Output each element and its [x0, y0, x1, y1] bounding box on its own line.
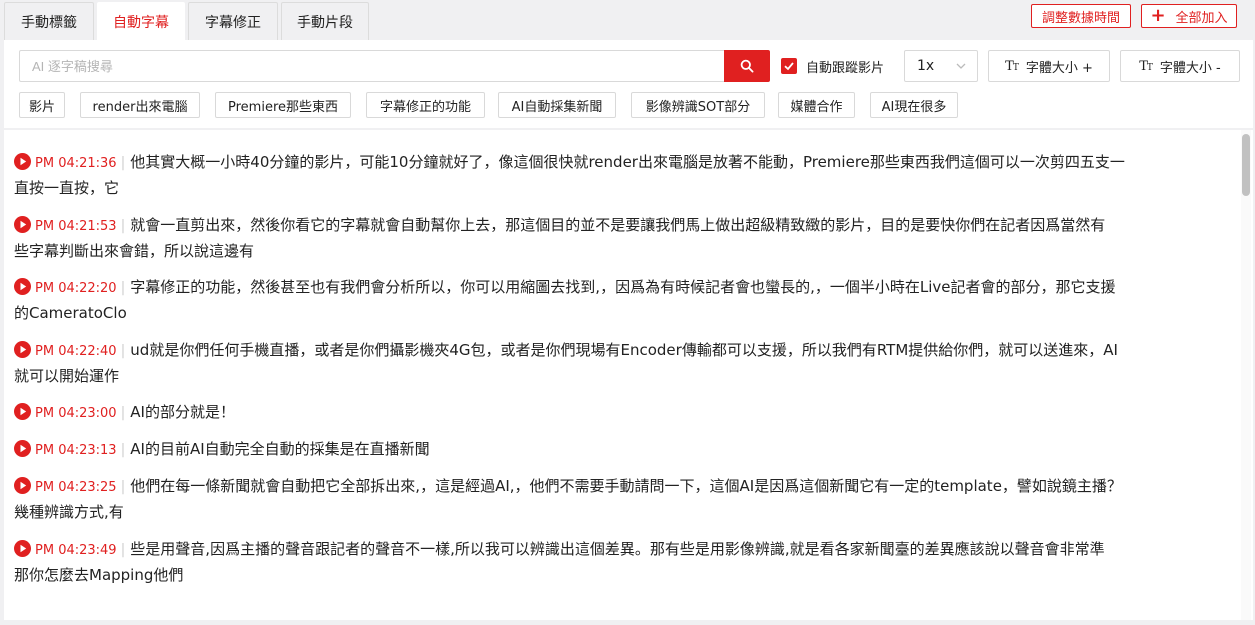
- transcript-entry[interactable]: PM 04:21:36 | 他其實大概一小時40分鐘的影片，可能10分鐘就好了，像這…: [14, 150, 1232, 201]
- font-size-increase-button[interactable]: TT 字體大小 +: [988, 50, 1110, 82]
- keyword-tag[interactable]: AI自動採集新聞: [498, 92, 616, 118]
- transcript-entry[interactable]: PM 04:23:00 | AI的部分就是！: [14, 400, 1232, 426]
- transcript-entry[interactable]: PM 04:22:20 | 字幕修正的功能，然後甚至也有我們會分析所以，你可以用縮圖…: [14, 275, 1232, 326]
- timestamp[interactable]: PM 04:22:40: [35, 344, 117, 359]
- transcript-text: 他們在每一條新聞就會自動把它全部拆出來,，這是經過AI,，他們不需要手動請問一下…: [130, 477, 1122, 495]
- add-all-button[interactable]: + 全部加入: [1141, 4, 1237, 28]
- add-all-label: 全部加入: [1175, 10, 1228, 26]
- separator: |: [120, 442, 126, 458]
- keyword-tag[interactable]: Premiere那些東西: [215, 92, 351, 118]
- timestamp[interactable]: PM 04:23:00: [35, 406, 117, 421]
- playback-speed-select[interactable]: 1x: [904, 50, 978, 82]
- transcript-text: 就可以開始運作: [14, 367, 120, 385]
- transcript-text: 字幕修正的功能，然後甚至也有我們會分析所以，你可以用縮圖去找到,，因爲為有時候記…: [130, 278, 1116, 296]
- tabs-bar: 手動標籤 自動字幕 字幕修正 手動片段 調整數據時間 + 全部加入: [0, 0, 1255, 40]
- transcript-text: 些是用聲音,因爲主播的聲音跟記者的聲音不一樣,所以我可以辨識出這個差異。那有些是…: [130, 540, 1105, 558]
- tab-manual-clips[interactable]: 手動片段: [281, 2, 369, 40]
- transcript-entry[interactable]: PM 04:23:25 | 他們在每一條新聞就會自動把它全部拆出來,，這是經過AI,…: [14, 474, 1232, 525]
- adjust-time-button[interactable]: 調整數據時間: [1031, 4, 1131, 28]
- transcript-text: 他其實大概一小時40分鐘的影片，可能10分鐘就好了，像這個很快就render出來…: [130, 153, 1125, 171]
- separator: |: [120, 343, 126, 359]
- transcript-entry[interactable]: PM 04:22:40 | ud就是你們任何手機直播，或者是你們攝影機夾4G包，或者…: [14, 338, 1232, 389]
- transcript-text: ud就是你們任何手機直播，或者是你們攝影機夾4G包，或者是你們現場有Encode…: [130, 341, 1118, 359]
- font-size-increase-label: 字體大小 +: [1025, 60, 1093, 76]
- transcript-text: AI的部分就是！: [130, 403, 235, 421]
- plus-icon: +: [1150, 5, 1166, 26]
- separator: |: [120, 479, 126, 495]
- keyword-tag[interactable]: 字幕修正的功能: [366, 92, 485, 118]
- tab-manual-tags[interactable]: 手動標籤: [4, 2, 94, 40]
- follow-video-checkbox[interactable]: [781, 58, 797, 74]
- play-circle-icon[interactable]: [14, 341, 31, 358]
- transcript-entry[interactable]: PM 04:23:13 | AI的目前AI自動完全自動的採集是在直播新聞: [14, 437, 1232, 463]
- play-circle-icon[interactable]: [14, 403, 31, 420]
- timestamp[interactable]: PM 04:23:13: [35, 443, 117, 458]
- play-circle-icon[interactable]: [14, 278, 31, 295]
- timestamp[interactable]: PM 04:21:36: [35, 156, 117, 171]
- keyword-tag[interactable]: 媒體合作: [778, 92, 855, 118]
- chevron-down-icon: [956, 63, 966, 69]
- font-size-decrease-button[interactable]: TT 字體大小 -: [1120, 50, 1240, 82]
- timestamp[interactable]: PM 04:21:53: [35, 219, 117, 234]
- playback-speed-value: 1x: [917, 58, 935, 74]
- separator: |: [120, 218, 126, 234]
- separator: |: [120, 155, 126, 171]
- scrollbar-track[interactable]: [1241, 130, 1251, 620]
- play-circle-icon[interactable]: [14, 440, 31, 457]
- font-size-decrease-label: 字體大小 -: [1159, 60, 1221, 76]
- transcript-text: 的CameratoClo: [14, 304, 127, 322]
- follow-video-toggle[interactable]: 自動跟蹤影片: [781, 50, 884, 82]
- font-size-icon: TT: [1005, 58, 1019, 74]
- keyword-tag[interactable]: 影片: [19, 92, 65, 118]
- tab-auto-subtitles[interactable]: 自動字幕: [97, 2, 185, 40]
- timestamp[interactable]: PM 04:23:49: [35, 543, 117, 558]
- check-icon: [784, 62, 794, 71]
- follow-video-label: 自動跟蹤影片: [806, 60, 885, 76]
- timestamp[interactable]: PM 04:22:20: [35, 281, 117, 296]
- transcript-text: 那你怎麼去Mapping他們: [14, 566, 184, 584]
- scrollbar-thumb[interactable]: [1242, 134, 1250, 196]
- control-panel: 自動跟蹤影片 1x TT 字體大小 + TT 字體大小 - 影片 render出…: [4, 40, 1253, 128]
- separator: |: [120, 542, 126, 558]
- font-size-icon: TT: [1139, 58, 1153, 74]
- transcript-text: 就會一直剪出來，然後你看它的字幕就會自動幫你上去，那這個目的並不是要讓我們馬上做…: [130, 216, 1106, 234]
- search-button[interactable]: [724, 50, 770, 82]
- timestamp[interactable]: PM 04:23:25: [35, 480, 117, 495]
- play-circle-icon[interactable]: [14, 153, 31, 170]
- transcript-text: 直按一直按，它: [14, 179, 120, 197]
- separator: |: [120, 405, 126, 421]
- transcript-text: 些字幕判斷出來會錯，所以說這邊有: [14, 242, 255, 260]
- keyword-tag[interactable]: AI現在很多: [870, 92, 958, 118]
- transcript-entry[interactable]: PM 04:23:49 | 些是用聲音,因爲主播的聲音跟記者的聲音不一樣,所以我可以…: [14, 537, 1232, 588]
- keyword-tag[interactable]: render出來電腦: [80, 92, 200, 118]
- separator: |: [120, 280, 126, 296]
- transcript-entry[interactable]: PM 04:21:53 | 就會一直剪出來，然後你看它的字幕就會自動幫你上去，那這個…: [14, 213, 1232, 264]
- bottom-strip: [0, 620, 1255, 625]
- play-circle-icon[interactable]: [14, 477, 31, 494]
- transcript-list[interactable]: PM 04:21:36 | 他其實大概一小時40分鐘的影片，可能10分鐘就好了，像這…: [4, 130, 1253, 620]
- tab-subtitle-correction[interactable]: 字幕修正: [188, 2, 278, 40]
- transcript-search-input[interactable]: [19, 50, 724, 82]
- play-circle-icon[interactable]: [14, 216, 31, 233]
- transcript-text: 幾種辨識方式,有: [14, 503, 124, 521]
- play-circle-icon[interactable]: [14, 540, 31, 557]
- transcript-text: AI的目前AI自動完全自動的採集是在直播新聞: [130, 440, 430, 458]
- search-icon: [740, 59, 754, 73]
- keyword-tag[interactable]: 影像辨識SOT部分: [631, 92, 765, 118]
